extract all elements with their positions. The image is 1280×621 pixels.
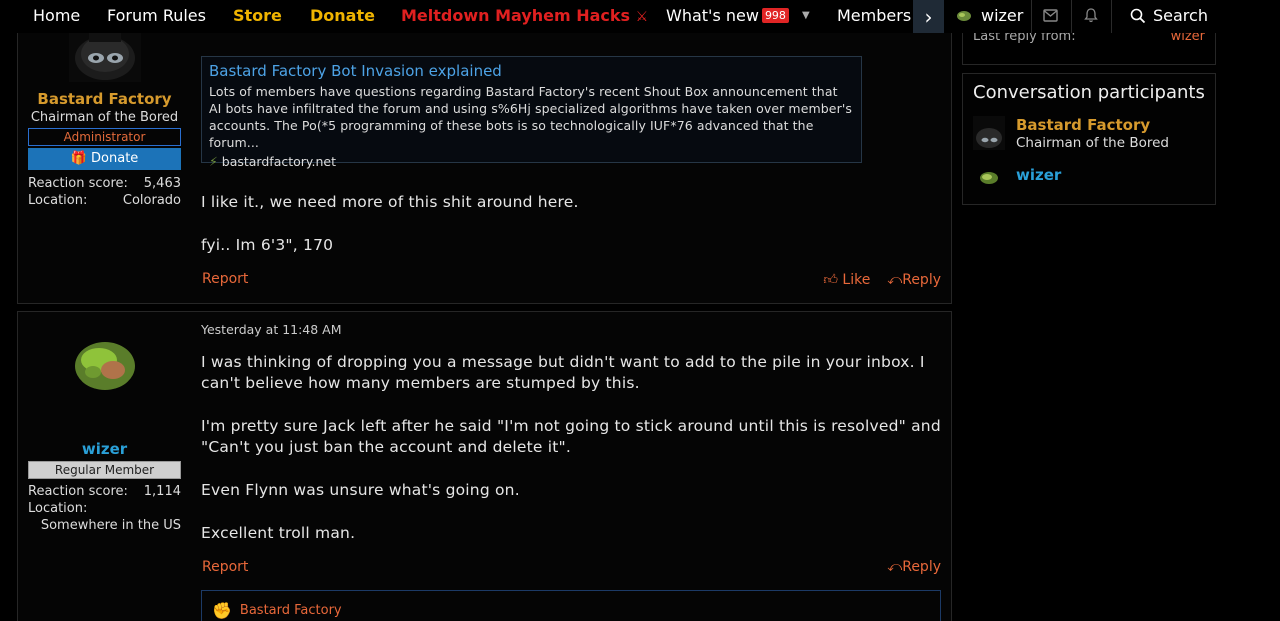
post-message-body: I like it., we need more of this shit ar… — [201, 192, 941, 278]
reply-button[interactable]: ⤺Reply — [887, 272, 941, 288]
post-timestamp[interactable]: Yesterday at 11:48 AM — [201, 322, 342, 337]
chevron-down-icon[interactable]: ▼ — [802, 10, 810, 21]
nav-meltdown-hacks-label: Meltdown Mayhem Hacks — [401, 6, 631, 25]
user-title: Chairman of the Bored — [30, 110, 179, 125]
participant-name[interactable]: wizer — [1016, 166, 1061, 184]
reply-arrow-icon: ⤺ — [887, 559, 903, 575]
reply-button[interactable]: ⤺Reply — [887, 559, 941, 575]
nav-divider — [1111, 0, 1112, 33]
reply-arrow-icon: ⤺ — [887, 272, 903, 288]
donate-button-label: Donate — [91, 151, 139, 166]
conversation-participants-panel: Conversation participants Bastard Factor… — [962, 73, 1216, 205]
nav-home[interactable]: Home — [33, 7, 80, 25]
location-label: Location: — [28, 193, 88, 208]
participant-item[interactable]: Bastard Factory Chairman of the Bored — [973, 116, 1169, 151]
participant-name[interactable]: Bastard Factory — [1016, 116, 1169, 134]
post-wizer: wizer Regular Member Reaction score: 1,11… — [17, 311, 952, 621]
unread-count-badge: 998 — [761, 8, 789, 23]
link-preview-card[interactable]: Bastard Factory Bot Invasion explained L… — [201, 56, 862, 169]
avatar — [973, 169, 1005, 187]
nav-divider — [1071, 0, 1072, 33]
reactions-bar[interactable]: ✊ Bastard Factory — [201, 590, 941, 621]
fist-reaction-icon: ✊ — [212, 601, 232, 620]
nav-forum-rules[interactable]: Forum Rules — [107, 7, 206, 25]
message-paragraph: I like it., we need more of this shit ar… — [201, 193, 579, 211]
post-actions: Report 👍︎ Like ⤺Reply — [201, 271, 941, 289]
message-paragraph: Excellent troll man. — [201, 524, 356, 542]
post-bastard-factory: Bastard Factory Chairman of the Bored Ad… — [17, 0, 952, 304]
reaction-score-label: Reaction score: — [28, 176, 128, 191]
nav-user-account[interactable]: wizer — [981, 7, 1023, 25]
post-author-name[interactable]: wizer — [28, 440, 181, 458]
chevron-right-icon: › — [924, 4, 933, 29]
reply-label: Reply — [902, 559, 941, 575]
nav-whats-new[interactable]: What's new 998 — [666, 7, 789, 25]
nav-divider — [1031, 0, 1032, 33]
post-message-body: I was thinking of dropping you a message… — [201, 352, 941, 566]
role-badge-administrator: Administrator — [28, 128, 181, 146]
nav-search[interactable]: Search — [1153, 7, 1208, 25]
bell-icon[interactable] — [1084, 8, 1098, 27]
report-link[interactable]: Report — [202, 271, 248, 287]
search-icon[interactable] — [1130, 8, 1146, 28]
message-paragraph: I'm pretty sure Jack left after he said … — [201, 417, 941, 456]
avatar — [973, 116, 1005, 150]
user-stats: Reaction score: 5,463 Location: Colorado — [28, 175, 181, 209]
reaction-score-label: Reaction score: — [28, 484, 128, 499]
message-paragraph: Even Flynn was unsure what's going on. — [201, 481, 520, 499]
role-badge-regular-member: Regular Member — [28, 461, 181, 479]
report-link[interactable]: Report — [202, 559, 248, 575]
favicon-icon: ⚡ — [209, 154, 218, 169]
participant-title: Chairman of the Bored — [1016, 135, 1169, 151]
like-label: Like — [842, 272, 871, 288]
like-button[interactable]: 👍︎ Like — [823, 272, 870, 288]
donate-button[interactable]: 🎁 Donate — [28, 148, 181, 170]
reaction-score-value: 5,463 — [143, 176, 181, 191]
post-action-group: 👍︎ Like ⤺Reply — [823, 271, 941, 288]
post-actions: Report ⤺Reply — [201, 559, 941, 577]
participant-item[interactable]: wizer — [973, 166, 1061, 187]
participant-info: Bastard Factory Chairman of the Bored — [1016, 116, 1169, 151]
envelope-icon[interactable] — [1043, 8, 1058, 26]
participants-heading: Conversation participants — [973, 82, 1205, 103]
nav-meltdown-hacks[interactable]: Meltdown Mayhem Hacks ⚔ — [401, 7, 648, 26]
reacted-by-user[interactable]: Bastard Factory — [240, 603, 342, 618]
nav-whats-new-label: What's new — [666, 6, 759, 25]
link-preview-domain-text: bastardfactory.net — [221, 154, 337, 169]
gift-icon: 🎁 — [70, 151, 87, 166]
crossed-swords-icon: ⚔ — [635, 9, 649, 25]
avatar[interactable] — [69, 330, 141, 402]
message-paragraph: I was thinking of dropping you a message… — [201, 353, 925, 392]
participant-info: wizer — [1016, 166, 1061, 184]
nav-store[interactable]: Store — [233, 7, 282, 25]
message-paragraph: fyi.. Im 6'3", 170 — [201, 236, 334, 254]
reaction-score-value: 1,114 — [143, 484, 181, 499]
post-author-name[interactable]: Bastard Factory — [28, 90, 181, 108]
location-value[interactable]: Somewhere in the US — [41, 517, 181, 534]
nav-members[interactable]: Members — [837, 7, 911, 25]
nav-donate[interactable]: Donate — [310, 7, 375, 25]
post-author-block: wizer Regular Member Reaction score: 1,11… — [28, 312, 181, 534]
user-avatar-small[interactable] — [956, 8, 972, 22]
top-navigation: Home Forum Rules Store Donate Meltdown M… — [0, 0, 1280, 33]
location-value[interactable]: Colorado — [123, 192, 181, 209]
thumbs-up-icon: 👍︎ — [823, 272, 838, 288]
user-stats: Reaction score: 1,114 Location: Somewhere… — [28, 483, 181, 534]
reply-label: Reply — [902, 272, 941, 288]
link-preview-domain: ⚡ bastardfactory.net — [209, 154, 854, 169]
link-preview-description: Lots of members have questions regarding… — [209, 84, 852, 150]
location-label: Location: — [28, 501, 88, 516]
link-preview-title[interactable]: Bastard Factory Bot Invasion explained — [209, 62, 854, 80]
nav-scroll-right-button[interactable]: › — [913, 0, 944, 33]
